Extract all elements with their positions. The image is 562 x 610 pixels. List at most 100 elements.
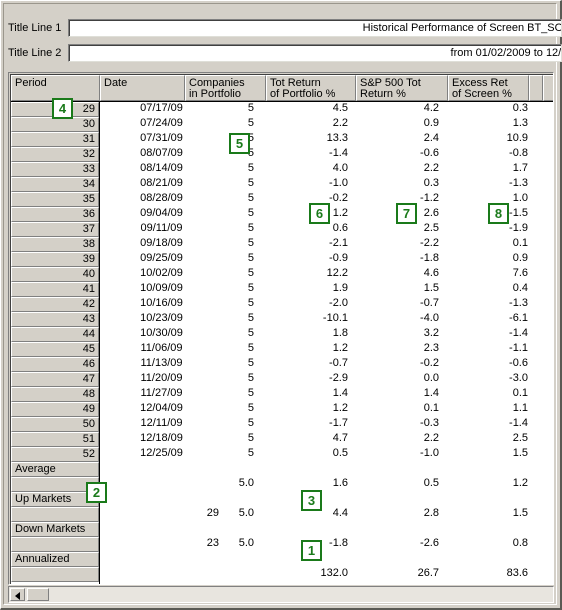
summary-cell-tot-return: 132.0 <box>320 567 348 579</box>
summary-label-text: Annualized <box>15 553 70 565</box>
summary-label-annualized[interactable]: Annualized <box>11 552 99 567</box>
summary-cell-excess-return: 1.5 <box>512 507 528 519</box>
cell-date: 10/16/09 <box>140 297 183 309</box>
summary-value-row-header[interactable] <box>11 537 99 552</box>
row-header-period[interactable]: 47 <box>11 372 99 387</box>
title-line-1-label: Title Line 1 <box>8 22 62 34</box>
row-header-period[interactable]: 52 <box>11 447 99 462</box>
row-header-period-number: 39 <box>82 253 95 265</box>
cell-excess-return: 1.5 <box>512 447 528 459</box>
row-header-period-number: 51 <box>82 433 95 445</box>
cell-companies: 5 <box>247 297 254 309</box>
row-header-period-number: 38 <box>82 238 95 250</box>
cell-excess-return: 1.1 <box>512 402 528 414</box>
cell-excess-return: -6.1 <box>509 312 528 324</box>
row-header-period-number: 30 <box>82 118 95 130</box>
cell-companies: 5 <box>247 162 254 174</box>
cell-date: 08/21/09 <box>140 177 183 189</box>
cell-excess-return: 0.4 <box>512 282 528 294</box>
row-header-period[interactable]: 36 <box>11 207 99 222</box>
row-header-period[interactable]: 46 <box>11 357 99 372</box>
cell-excess-return: -1.4 <box>509 417 528 429</box>
cell-tot-return: 1.2 <box>332 207 348 219</box>
column-header-date[interactable]: Date <box>100 75 185 101</box>
column-header-sp500[interactable]: S&P 500 Tot Return % <box>356 75 448 101</box>
summary-cell-sp500: 2.8 <box>423 507 439 519</box>
cell-date: 11/06/09 <box>140 342 183 354</box>
column-header-tot-return[interactable]: Tot Return of Portfolio % <box>266 75 356 101</box>
cell-sp500: 0.1 <box>423 402 439 414</box>
row-header-period[interactable]: 38 <box>11 237 99 252</box>
row-header-period[interactable]: 32 <box>11 147 99 162</box>
cell-sp500: -0.7 <box>420 297 439 309</box>
cell-tot-return: 1.4 <box>332 387 348 399</box>
row-header-period[interactable]: 33 <box>11 162 99 177</box>
row-header-period[interactable]: 39 <box>11 252 99 267</box>
column-header-period-line1: Period <box>15 77 47 89</box>
summary-value-row-header[interactable] <box>11 567 99 582</box>
row-header-period[interactable]: 42 <box>11 297 99 312</box>
summary-cell-date-count: 29 <box>206 507 219 519</box>
row-header-period-number: 40 <box>82 268 95 280</box>
grid-header-row: Period Date Companies in Portfolio Tot R… <box>11 75 553 102</box>
cell-tot-return: 13.3 <box>326 132 348 144</box>
cell-sp500: 0.3 <box>423 177 439 189</box>
column-header-extra-1[interactable] <box>529 75 543 101</box>
row-header-period[interactable]: 41 <box>11 282 99 297</box>
scroll-left-button[interactable] <box>10 588 25 601</box>
summary-cell-tot-return: 4.4 <box>332 507 348 519</box>
title-line-2-field-inner[interactable]: from 01/02/2009 to 12/25/2009 1 week hol… <box>69 45 561 61</box>
column-header-sp500-line2: Return % <box>360 88 406 100</box>
row-header-period[interactable]: 48 <box>11 387 99 402</box>
title-line-1-field-inner[interactable]: Historical Performance of Screen BT_SOW_… <box>69 20 561 36</box>
cell-sp500: 3.2 <box>423 327 439 339</box>
cell-companies: 5 <box>247 417 254 429</box>
cell-companies: 5 <box>247 402 254 414</box>
cell-companies: 5 <box>247 342 254 354</box>
row-header-period[interactable]: 43 <box>11 312 99 327</box>
results-grid: Period Date Companies in Portfolio Tot R… <box>8 72 554 585</box>
summary-label-down-markets[interactable]: Down Markets <box>11 522 99 537</box>
cell-tot-return: -0.7 <box>329 357 348 369</box>
summary-value-row-header[interactable] <box>11 507 99 522</box>
cell-excess-return: -3.0 <box>509 372 528 384</box>
row-header-period[interactable]: 50 <box>11 417 99 432</box>
scrollbar-thumb[interactable] <box>27 588 49 601</box>
column-header-extra-2[interactable] <box>543 75 553 101</box>
column-header-companies[interactable]: Companies in Portfolio <box>185 75 266 101</box>
cell-companies: 5 <box>247 222 254 234</box>
cell-sp500: 0.0 <box>423 372 439 384</box>
cell-tot-return: 2.2 <box>332 117 348 129</box>
horizontal-scrollbar[interactable] <box>8 586 554 603</box>
arrow-left-icon <box>15 592 20 600</box>
cell-date: 10/23/09 <box>140 312 183 324</box>
cell-excess-return: 7.6 <box>512 267 528 279</box>
row-header-period[interactable]: 45 <box>11 342 99 357</box>
cell-date: 12/11/09 <box>140 417 183 429</box>
row-header-period[interactable]: 44 <box>11 327 99 342</box>
cell-excess-return: 1.3 <box>512 117 528 129</box>
row-header-period[interactable]: 34 <box>11 177 99 192</box>
application-window: Title Line 1 Historical Performance of S… <box>0 0 562 610</box>
annotation-badge-3: 3 <box>301 490 322 511</box>
cell-companies: 5 <box>247 102 254 114</box>
cell-excess-return: 1.0 <box>512 192 528 204</box>
row-header-period[interactable]: 51 <box>11 432 99 447</box>
row-header-period[interactable]: 49 <box>11 402 99 417</box>
cell-excess-return: -1.3 <box>509 297 528 309</box>
title-line-2-label: Title Line 2 <box>8 47 62 59</box>
row-header-period[interactable]: 30 <box>11 117 99 132</box>
row-header-period[interactable]: 31 <box>11 132 99 147</box>
annotation-badge-8: 8 <box>488 203 509 224</box>
row-header-period-number: 41 <box>82 283 95 295</box>
row-header-period-number: 50 <box>82 418 95 430</box>
column-header-excess-return[interactable]: Excess Ret of Screen % <box>448 75 529 101</box>
row-header-period[interactable]: 40 <box>11 267 99 282</box>
row-header-period[interactable]: 37 <box>11 222 99 237</box>
summary-label-average[interactable]: Average <box>11 462 99 477</box>
title-line-2-field[interactable]: from 01/02/2009 to 12/25/2009 1 week hol… <box>68 44 562 62</box>
cell-companies: 5 <box>247 267 254 279</box>
cell-companies: 5 <box>247 177 254 189</box>
title-line-1-field[interactable]: Historical Performance of Screen BT_SOW_… <box>68 19 562 37</box>
row-header-period[interactable]: 35 <box>11 192 99 207</box>
